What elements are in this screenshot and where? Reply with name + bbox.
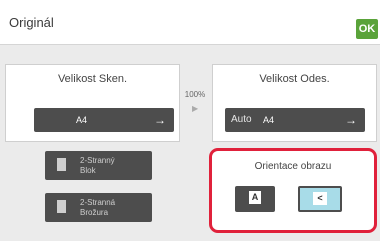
send-size-button[interactable]: Auto A4 → bbox=[225, 108, 365, 132]
play-arrow-icon: ▶ bbox=[192, 104, 199, 113]
page-title: Originál bbox=[9, 15, 54, 30]
duplex-block-line2: Blok bbox=[80, 166, 96, 175]
landscape-a-icon: < bbox=[313, 192, 327, 205]
send-size-panel: Velikost Odes. Auto A4 → bbox=[212, 64, 377, 142]
send-size-label: Velikost Odes. bbox=[259, 73, 330, 85]
booklet-icon bbox=[57, 200, 66, 213]
scan-size-value: A4 bbox=[76, 115, 88, 125]
portrait-a-icon: A bbox=[249, 191, 261, 204]
duplex-booklet-line2: Brožura bbox=[80, 208, 109, 217]
document-icon bbox=[57, 158, 66, 171]
arrow-right-icon: → bbox=[154, 113, 166, 127]
duplex-block-button[interactable]: 2-Stranný Blok bbox=[45, 151, 152, 180]
portrait-orientation-button[interactable]: A bbox=[235, 186, 275, 212]
orientation-title: Orientace obrazu bbox=[254, 161, 332, 172]
title-bar: Originál OK bbox=[0, 0, 380, 45]
scan-size-label: Velikost Sken. bbox=[57, 73, 128, 85]
duplex-block-line1: 2-Stranný bbox=[80, 156, 115, 165]
ok-button[interactable]: OK bbox=[356, 19, 378, 39]
send-size-mode: Auto bbox=[231, 114, 252, 125]
zoom-ratio: 100% bbox=[184, 90, 206, 99]
landscape-orientation-button[interactable]: < bbox=[298, 186, 342, 212]
duplex-booklet-line1: 2-Stranná bbox=[80, 198, 116, 207]
send-size-value: A4 bbox=[263, 115, 275, 125]
scan-size-panel: Velikost Sken. A4 → bbox=[5, 64, 180, 142]
arrow-right-icon: → bbox=[345, 113, 357, 127]
duplex-booklet-button[interactable]: 2-Stranná Brožura bbox=[45, 193, 152, 222]
image-orientation-panel: Orientace obrazu A < bbox=[209, 148, 377, 233]
scan-size-button[interactable]: A4 → bbox=[34, 108, 174, 132]
